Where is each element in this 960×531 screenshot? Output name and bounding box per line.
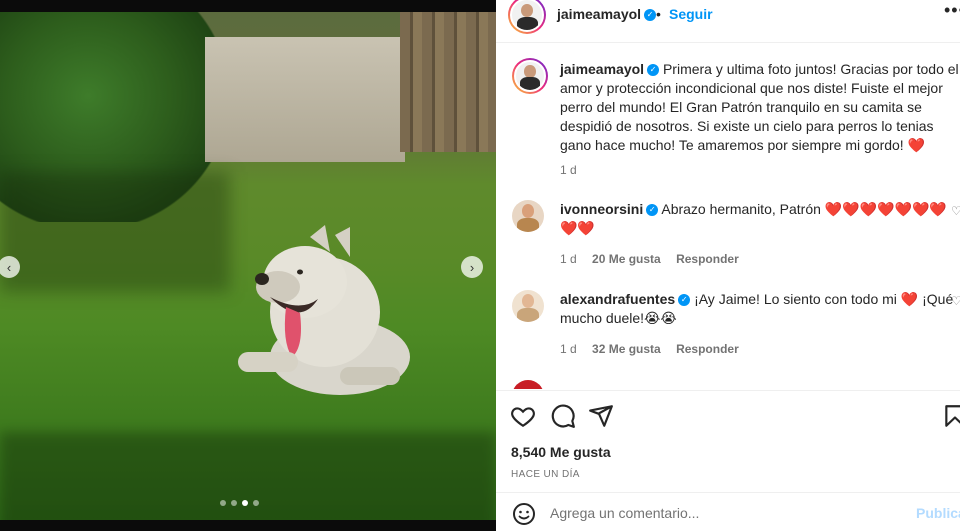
commenter-avatar[interactable] — [512, 290, 544, 322]
verified-badge-icon: ✓ — [678, 294, 691, 307]
comment-composer: Publicar — [496, 492, 960, 531]
wooden-fence — [400, 12, 496, 152]
follow-button[interactable]: Seguir — [669, 6, 713, 22]
dog-photo — [0, 12, 496, 520]
comment-like-icon[interactable]: ♡ — [951, 294, 960, 308]
verified-badge-icon: ✓ — [647, 64, 660, 77]
publish-button[interactable]: Publicar — [916, 505, 960, 521]
emoji-icon[interactable] — [512, 502, 536, 526]
comment-age: 1 d — [560, 342, 577, 356]
comment-like-icon[interactable]: ♡ — [951, 204, 960, 218]
carousel-dot — [231, 500, 237, 506]
carousel-next-button[interactable]: › — [461, 256, 483, 278]
post-actions: 8,540 Me gusta HACE UN DÍA — [496, 390, 960, 491]
carousel-dot — [253, 500, 259, 506]
post-media: ‹ › — [0, 0, 496, 531]
comment-item: alexandrafuentes ✓ ¡Ay Jaime! Lo siento c… — [512, 290, 960, 360]
comment-item: ivonneorsini ✓ Abrazo hermanito, Patrón ❤… — [512, 200, 960, 270]
comment-text: ivonneorsini ✓ Abrazo hermanito, Patrón ❤… — [560, 200, 960, 238]
dog-figure — [238, 225, 410, 395]
comment-likes[interactable]: 32 Me gusta — [592, 342, 661, 356]
shadow — [0, 172, 230, 292]
carousel-indicator — [220, 500, 259, 506]
verified-badge-icon: ✓ — [646, 204, 659, 217]
verified-badge-icon: ✓ — [644, 9, 657, 22]
bookmark-icon[interactable] — [942, 403, 960, 429]
post-timestamp: HACE UN DÍA — [511, 469, 580, 480]
share-icon[interactable] — [588, 403, 614, 429]
caption-age: 1 d — [560, 163, 577, 177]
author-avatar[interactable] — [508, 0, 546, 34]
comment-icon[interactable] — [550, 403, 576, 429]
author-username[interactable]: jaimeamayol ✓ — [557, 6, 657, 22]
post-header: jaimeamayol✓ • Seguir ••• — [496, 0, 960, 43]
heart-icon[interactable] — [510, 403, 536, 429]
comment-age: 1 d — [560, 252, 577, 266]
likes-count[interactable]: 8,540 Me gusta — [511, 444, 611, 460]
comment-text: alexandrafuentes ✓ ¡Ay Jaime! Lo siento c… — [560, 290, 960, 328]
heart-emoji: ❤️ — [907, 137, 926, 153]
comment-meta: 1 d 32 Me gusta Responder — [560, 342, 751, 356]
comment-likes[interactable]: 20 Me gusta — [592, 252, 661, 266]
commenter-avatar[interactable] — [512, 380, 544, 389]
caption: jaimeamayol ✓ Primera y ultima foto junto… — [512, 56, 960, 186]
reply-button[interactable]: Responder — [676, 342, 739, 356]
post-sidebar: jaimeamayol✓ • Seguir ••• jaimeamayol✓ P… — [496, 0, 960, 531]
comment-item-partial — [512, 380, 960, 389]
commenter-username[interactable]: alexandrafuentes — [560, 291, 675, 307]
separator: • — [656, 6, 661, 22]
more-options-icon[interactable]: ••• — [944, 0, 960, 21]
caption-username[interactable]: jaimeamayol — [560, 61, 644, 77]
author-avatar[interactable] — [512, 58, 548, 94]
author-username-text[interactable]: jaimeamayol — [557, 6, 641, 22]
stone-wall — [205, 37, 405, 162]
reply-button[interactable]: Responder — [676, 252, 739, 266]
comment-meta: 1 d 20 Me gusta Responder — [560, 252, 751, 266]
caption-text: jaimeamayol ✓ Primera y ultima foto junto… — [560, 60, 960, 155]
commenter-username[interactable]: ivonneorsini — [560, 201, 643, 217]
comments-list[interactable]: jaimeamayol ✓ Primera y ultima foto junto… — [496, 44, 960, 389]
comment-input[interactable] — [550, 503, 890, 523]
shadow — [0, 432, 496, 520]
carousel-dot — [220, 500, 226, 506]
commenter-avatar[interactable] — [512, 200, 544, 232]
carousel-dot-active — [242, 500, 248, 506]
caption-meta: 1 d — [560, 163, 589, 177]
